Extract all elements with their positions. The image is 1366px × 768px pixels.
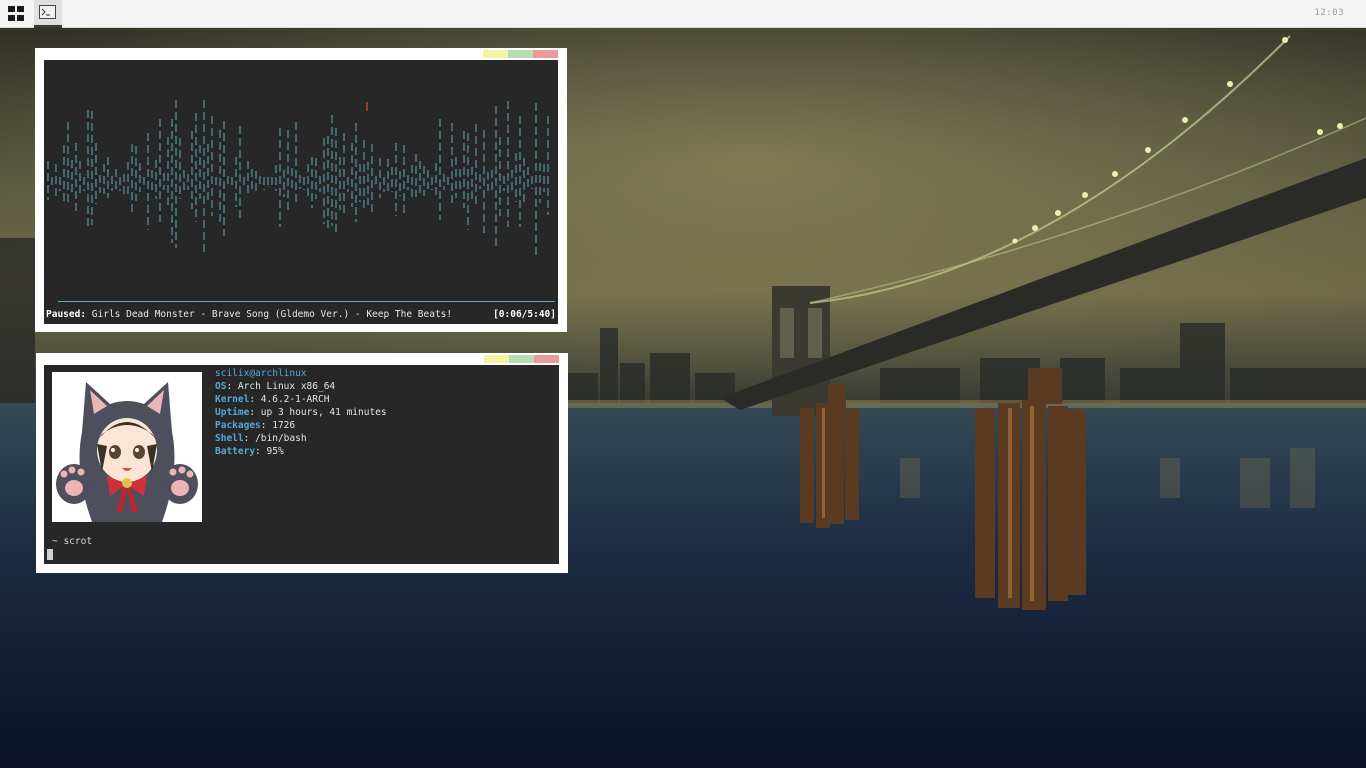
avatar-image xyxy=(52,372,202,522)
terminal-content[interactable]: scilix@archlinux OS: Arch Linux x86_64 K… xyxy=(44,365,559,564)
track-title: Girls Dead Monster - Brave Song (Gldemo … xyxy=(91,309,453,320)
minimize-button[interactable] xyxy=(483,50,508,58)
terminal-icon xyxy=(39,5,56,19)
info-line: Kernel: 4.6.2-1-ARCH xyxy=(215,394,330,405)
now-playing-line: Paused: Girls Dead Monster - Brave Song … xyxy=(46,309,556,320)
info-line: Battery: 95% xyxy=(215,446,284,457)
clock: 12:03 xyxy=(1314,8,1344,18)
music-player-window[interactable]: Paused: Girls Dead Monster - Brave Song … xyxy=(35,48,567,332)
window-controls xyxy=(484,355,559,363)
window-controls xyxy=(483,50,558,58)
playback-status: Paused: xyxy=(46,309,87,320)
terminal-window[interactable]: scilix@archlinux OS: Arch Linux x86_64 K… xyxy=(36,353,568,573)
close-button[interactable] xyxy=(534,355,559,363)
top-panel: 12:03 xyxy=(0,0,1366,28)
info-key: Battery xyxy=(215,446,256,457)
info-line: Packages: 1726 xyxy=(215,420,296,431)
info-value: 95% xyxy=(266,446,284,457)
user-host: scilix@archlinux xyxy=(215,368,307,379)
shell-prompt: ~ scrot xyxy=(52,536,93,547)
info-value: 1726 xyxy=(272,420,296,431)
info-key: Kernel xyxy=(215,394,250,405)
progress-bar[interactable] xyxy=(58,301,555,302)
grid-icon xyxy=(8,6,24,21)
app-menu-button[interactable] xyxy=(6,4,28,24)
minimize-button[interactable] xyxy=(484,355,509,363)
info-line: Shell: /bin/bash xyxy=(215,433,307,444)
visualizer-terminal: Paused: Girls Dead Monster - Brave Song … xyxy=(44,60,558,324)
info-line: Uptime: up 3 hours, 41 minutes xyxy=(215,407,387,418)
info-line: OS: Arch Linux x86_64 xyxy=(215,381,336,392)
playback-time: [0:06/5:40] xyxy=(493,309,556,320)
info-key: Shell xyxy=(215,433,244,444)
maximize-button[interactable] xyxy=(508,50,533,58)
spectrum-visualizer xyxy=(47,100,549,255)
info-value: 4.6.2-1-ARCH xyxy=(260,394,330,405)
info-value: /bin/bash xyxy=(255,433,307,444)
taskbar-terminal-button[interactable] xyxy=(34,0,62,28)
info-key: Packages xyxy=(215,420,261,431)
info-key: OS xyxy=(215,381,227,392)
info-value: up 3 hours, 41 minutes xyxy=(260,407,387,418)
text-cursor[interactable] xyxy=(47,549,53,560)
info-key: Uptime xyxy=(215,407,250,418)
info-value: Arch Linux x86_64 xyxy=(237,381,336,392)
system-info: scilix@archlinux OS: Arch Linux x86_64 K… xyxy=(215,367,387,458)
close-button[interactable] xyxy=(533,50,558,58)
maximize-button[interactable] xyxy=(509,355,534,363)
